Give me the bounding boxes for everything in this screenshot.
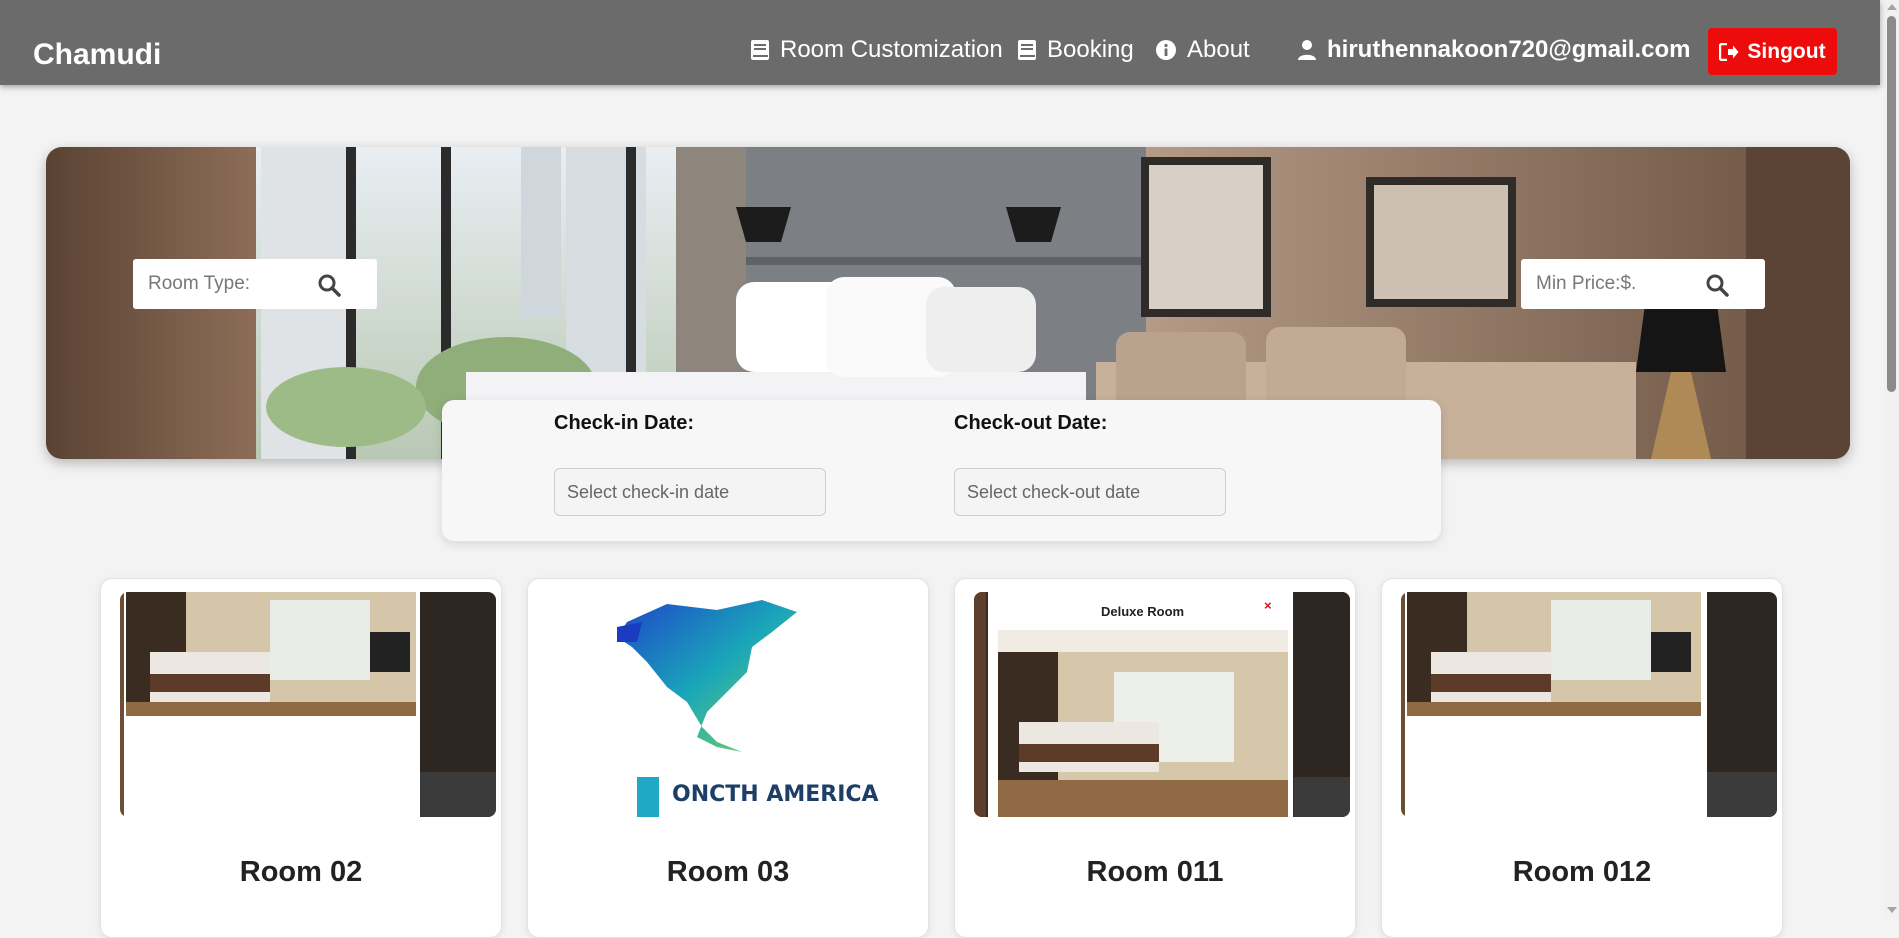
nav-about-label: About (1187, 36, 1250, 63)
checkin-label: Check-in Date: (554, 412, 695, 434)
search-icon[interactable] (317, 273, 341, 297)
room-card[interactable]: Deluxe Room × Room 011 (954, 578, 1356, 938)
scroll-thumb[interactable] (1887, 16, 1896, 392)
room-image: Deluxe Room × (974, 592, 1350, 817)
nav-room-customization[interactable]: Room Customization (750, 36, 1003, 64)
user-email: hiruthennakoon720@gmail.com (1327, 36, 1691, 63)
search-icon[interactable] (1705, 273, 1729, 297)
signout-label: Singout (1747, 39, 1826, 63)
room-type-search[interactable] (133, 259, 377, 309)
sign-out-icon (1719, 42, 1739, 61)
info-icon (1155, 39, 1177, 61)
room-title: Room 03 (666, 856, 790, 888)
room-type-input[interactable] (146, 272, 306, 296)
map-logo-text: ONCTH AMERICA (672, 782, 879, 807)
room-title: Room 011 (1086, 856, 1224, 888)
room-card[interactable]: ONCTH AMERICA Room 03 (527, 578, 929, 938)
room-title: Room 012 (1512, 856, 1652, 888)
nav-room-customization-label: Room Customization (780, 36, 1003, 63)
room-image (1401, 592, 1777, 817)
checkout-label: Check-out Date: (954, 412, 1108, 434)
checkout-date-input[interactable] (954, 468, 1226, 516)
room-image (120, 592, 496, 817)
room-card[interactable]: Room 012 (1381, 578, 1783, 938)
nav-about[interactable]: About (1155, 36, 1250, 64)
book-icon (750, 39, 770, 61)
close-icon[interactable]: × (1264, 598, 1272, 613)
room-image: ONCTH AMERICA (547, 592, 923, 817)
checkin-date-input[interactable] (554, 468, 826, 516)
user-icon (1297, 39, 1317, 61)
book-icon (1017, 39, 1037, 61)
date-selection-panel: Check-in Date: Check-out Date: (442, 400, 1441, 541)
nav-booking-label: Booking (1047, 36, 1134, 63)
page-scrollbar[interactable] (1884, 0, 1899, 917)
brand-logo[interactable]: Chamudi (33, 38, 161, 72)
min-price-search[interactable] (1521, 259, 1765, 309)
room-title: Room 02 (239, 856, 363, 888)
signout-button[interactable]: Singout (1708, 28, 1837, 75)
top-navbar: Chamudi Room Customization Booking About… (0, 0, 1880, 85)
nav-user-account[interactable]: hiruthennakoon720@gmail.com (1297, 36, 1690, 64)
scroll-down-arrow-icon[interactable] (1887, 907, 1897, 913)
scroll-up-arrow-icon[interactable] (1887, 4, 1897, 10)
room-card[interactable]: Room 02 (100, 578, 502, 938)
deluxe-room-caption: Deluxe Room (1101, 604, 1185, 619)
min-price-input[interactable] (1534, 272, 1694, 296)
nav-booking[interactable]: Booking (1017, 36, 1134, 64)
